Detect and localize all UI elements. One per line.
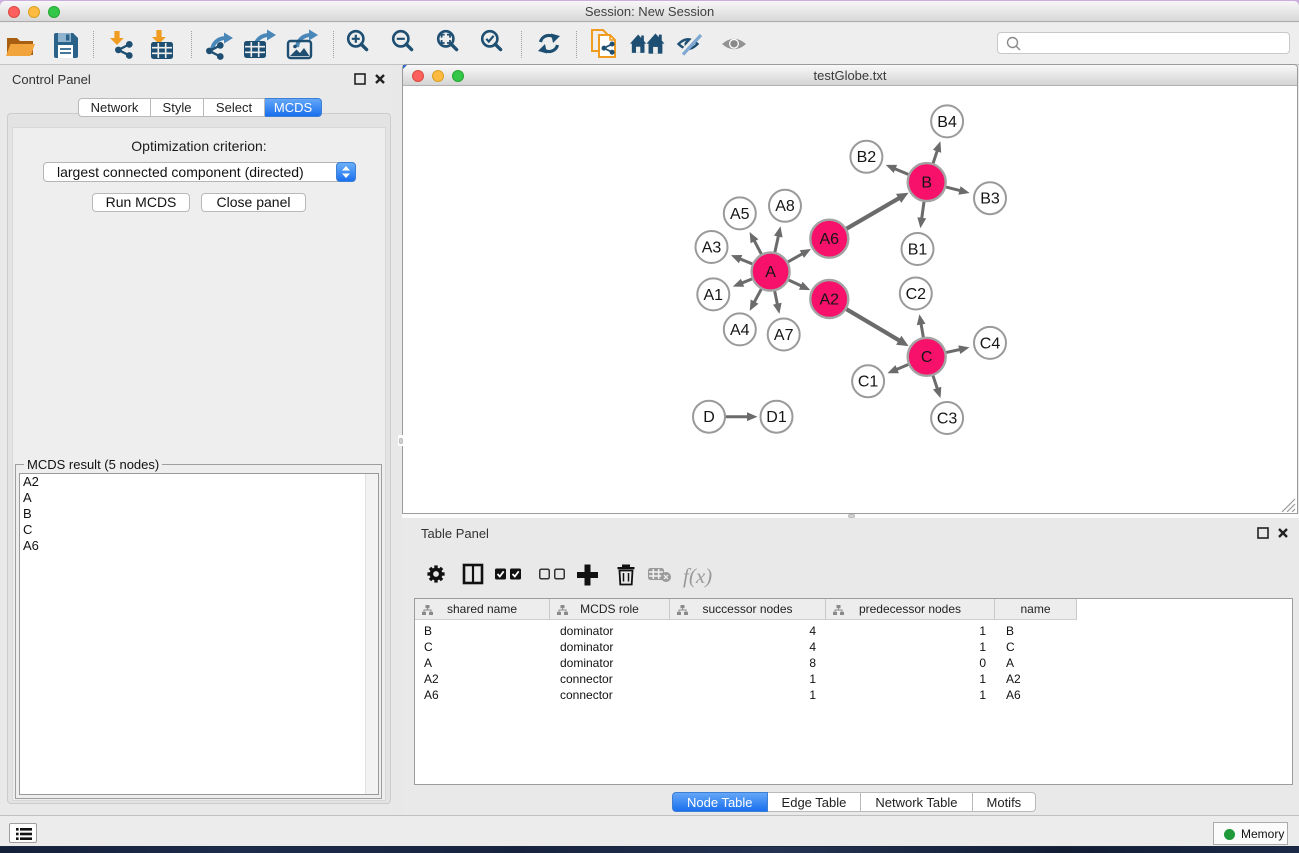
svg-text:B3: B3 [980,191,1000,208]
svg-text:B: B [921,175,932,192]
svg-text:B1: B1 [908,241,928,258]
svg-text:B4: B4 [937,114,957,131]
svg-text:f(x): f(x) [683,564,712,588]
svg-text:C3: C3 [937,410,958,427]
svg-text:D1: D1 [766,409,787,426]
svg-text:A3: A3 [702,239,722,256]
svg-text:A6: A6 [820,231,840,248]
svg-text:A8: A8 [775,198,795,215]
svg-text:C4: C4 [980,335,1001,352]
svg-text:A5: A5 [730,206,750,223]
svg-text:B2: B2 [857,149,877,166]
svg-text:A: A [765,264,776,281]
svg-text:C1: C1 [858,374,879,391]
svg-text:A4: A4 [730,322,750,339]
svg-text:D: D [703,409,715,426]
svg-text:A2: A2 [820,291,840,308]
svg-text:C: C [921,349,933,366]
svg-text:C2: C2 [906,286,927,303]
svg-text:A7: A7 [774,327,794,344]
svg-text:A1: A1 [704,287,724,304]
